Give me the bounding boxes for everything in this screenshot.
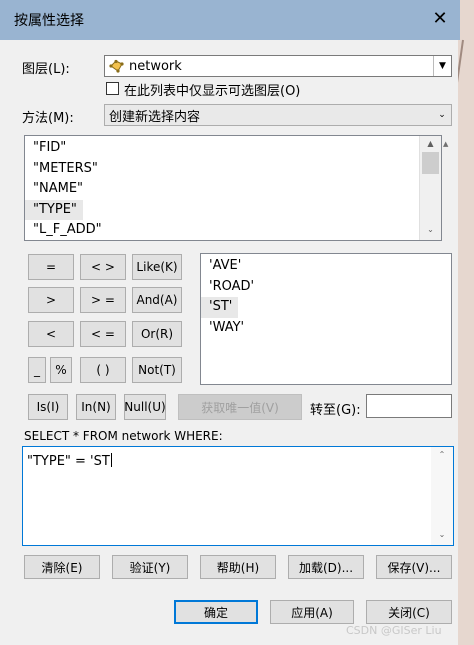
equals-button[interactable]: = xyxy=(28,254,74,280)
list-item[interactable]: 'AVE' xyxy=(201,256,451,277)
title-bar: 按属性选择 ✕ xyxy=(0,0,460,40)
goto-label: 转至(G): xyxy=(310,403,361,418)
and-button[interactable]: And(A) xyxy=(132,287,182,313)
close-button[interactable]: 关闭(C) xyxy=(366,600,452,624)
window-title: 按属性选择 xyxy=(14,13,84,29)
clear-button[interactable]: 清除(E) xyxy=(24,555,100,579)
scroll-down-icon[interactable]: ⌄ xyxy=(420,222,441,238)
scroll-up-icon[interactable]: ▲ xyxy=(420,136,441,152)
goto-input[interactable] xyxy=(366,394,452,418)
scroll-down-icon[interactable]: ⌄ xyxy=(431,527,453,543)
apply-button[interactable]: 应用(A) xyxy=(270,600,354,624)
verify-button[interactable]: 验证(Y) xyxy=(112,555,188,579)
save-button[interactable]: 保存(V)... xyxy=(376,555,452,579)
unique-values-list[interactable]: 'AVE' 'ROAD' 'ST' 'WAY' xyxy=(200,253,452,385)
scroll-up-icon[interactable]: ⌃ xyxy=(431,447,453,463)
list-item[interactable]: 'WAY' xyxy=(201,318,451,339)
less-than-button[interactable]: < xyxy=(28,321,74,347)
percent-button[interactable]: % xyxy=(50,357,72,383)
method-dropdown-value: 创建新选择内容 xyxy=(109,109,201,125)
layer-dropdown-value: network xyxy=(129,58,182,74)
less-equal-button[interactable]: < = xyxy=(80,321,126,347)
network-layer-icon xyxy=(109,59,125,73)
greater-equal-button[interactable]: > = xyxy=(80,287,126,313)
list-item-selected[interactable]: "TYPE" xyxy=(25,199,83,220)
in-button[interactable]: In(N) xyxy=(76,394,116,420)
watermark: CSDN @GISer Liu xyxy=(346,624,442,637)
is-button[interactable]: Is(I) xyxy=(28,394,68,420)
background-map-strip xyxy=(458,0,474,645)
list-item[interactable]: "NAME" xyxy=(25,179,417,200)
layer-dropdown[interactable]: network ▼ xyxy=(104,55,452,77)
not-equal-button[interactable]: < > xyxy=(80,254,126,280)
method-label: 方法(M): xyxy=(22,111,74,126)
fields-list[interactable]: "FID" "METERS" "NAME" "TYPE" "L_F_ADD" ▲… xyxy=(24,135,442,241)
like-button[interactable]: Like(K) xyxy=(132,254,182,280)
fields-expand-icon: ▲ xyxy=(443,140,449,148)
load-button[interactable]: 加载(D)... xyxy=(288,555,364,579)
where-scrollbar[interactable]: ⌃ ⌄ xyxy=(431,447,453,545)
list-item[interactable]: "L_F_ADD" xyxy=(25,220,417,240)
ok-button[interactable]: 确定 xyxy=(174,600,258,624)
list-item[interactable]: "METERS" xyxy=(25,159,417,180)
null-button[interactable]: Null(U) xyxy=(124,394,166,420)
not-button[interactable]: Not(T) xyxy=(132,357,182,383)
list-item[interactable]: 'ROAD' xyxy=(201,277,451,298)
parentheses-button[interactable]: ( ) xyxy=(80,357,126,383)
method-dropdown[interactable]: 创建新选择内容 ⌄ xyxy=(104,104,452,126)
where-clause-textarea[interactable]: "TYPE" = 'ST ⌃ ⌄ xyxy=(22,446,454,546)
list-item[interactable]: "FID" xyxy=(25,138,417,159)
fields-scrollbar[interactable]: ▲ ⌄ xyxy=(419,136,441,240)
selectable-layers-only-checkbox[interactable] xyxy=(106,82,119,95)
or-button[interactable]: Or(R) xyxy=(132,321,182,347)
selectable-layers-only-label: 在此列表中仅显示可选图层(O) xyxy=(124,84,301,99)
get-unique-values-button[interactable]: 获取唯一值(V) xyxy=(178,394,302,420)
list-item-selected[interactable]: 'ST' xyxy=(201,297,239,318)
chevron-down-icon[interactable]: ▼ xyxy=(433,56,451,76)
where-clause-text: "TYPE" = 'ST xyxy=(27,454,110,469)
text-caret xyxy=(110,453,112,467)
underscore-button[interactable]: _ xyxy=(28,357,46,383)
scroll-thumb[interactable] xyxy=(422,152,439,174)
greater-than-button[interactable]: > xyxy=(28,287,74,313)
layer-label: 图层(L): xyxy=(22,62,70,77)
close-icon[interactable]: ✕ xyxy=(426,6,454,32)
help-button[interactable]: 帮助(H) xyxy=(200,555,276,579)
chevron-down-icon[interactable]: ⌄ xyxy=(433,105,451,125)
sql-prefix-label: SELECT * FROM network WHERE: xyxy=(24,429,223,443)
